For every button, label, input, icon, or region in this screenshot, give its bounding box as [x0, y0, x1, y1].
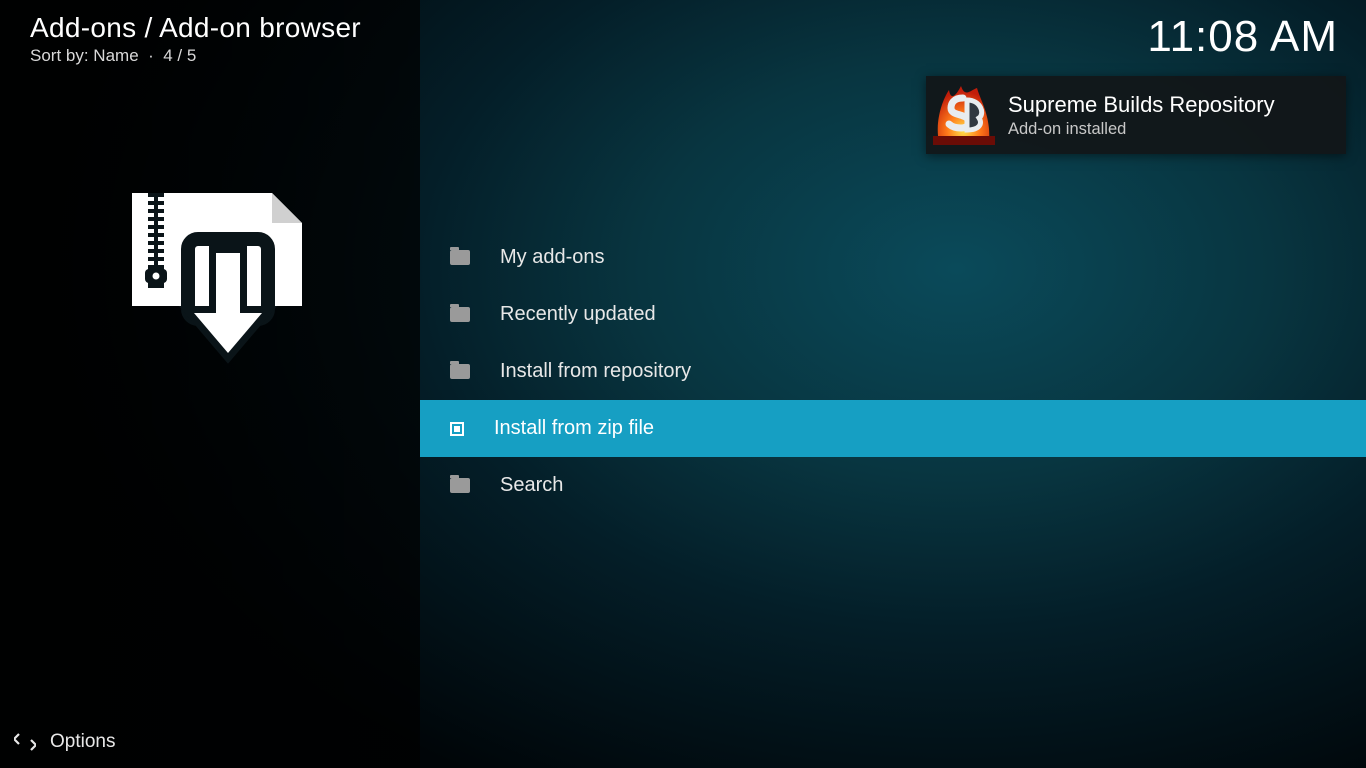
notification-addon-icon — [926, 77, 1002, 153]
folder-icon — [450, 250, 470, 265]
folder-icon — [450, 307, 470, 322]
menu-item-label: Install from zip file — [494, 417, 654, 440]
options-icon — [14, 732, 36, 752]
options-button[interactable]: Options — [0, 716, 115, 768]
menu-item-label: Install from repository — [500, 360, 691, 383]
menu-item-install-from-repository[interactable]: Install from repository — [420, 343, 1366, 400]
folder-icon — [450, 478, 470, 493]
notification-title: Supreme Builds Repository — [1008, 92, 1275, 118]
addon-browser-icon — [122, 193, 302, 378]
options-label: Options — [50, 731, 115, 753]
menu-item-label: My add-ons — [500, 246, 605, 269]
notification-message: Add-on installed — [1008, 120, 1275, 139]
menu-item-my-addons[interactable]: My add-ons — [420, 229, 1366, 286]
folder-icon — [450, 364, 470, 379]
addon-menu: My add-ons Recently updated Install from… — [420, 229, 1366, 514]
sidebar: Add-ons / Add-on browser Sort by: Name ·… — [0, 0, 420, 768]
menu-item-search[interactable]: Search — [420, 457, 1366, 514]
menu-item-recently-updated[interactable]: Recently updated — [420, 286, 1366, 343]
menu-item-label: Recently updated — [500, 303, 656, 326]
menu-item-install-from-zip[interactable]: Install from zip file — [420, 400, 1366, 457]
page-subtitle: Sort by: Name · 4 / 5 — [0, 44, 420, 66]
zip-file-icon — [450, 422, 464, 436]
page-title: Add-ons / Add-on browser — [0, 0, 420, 44]
notification-toast: Supreme Builds Repository Add-on install… — [926, 76, 1346, 154]
sort-label: Sort by: Name — [30, 46, 139, 65]
clock: 11:08 AM — [1147, 12, 1338, 62]
menu-item-label: Search — [500, 474, 563, 497]
position-label: 4 / 5 — [163, 46, 196, 65]
